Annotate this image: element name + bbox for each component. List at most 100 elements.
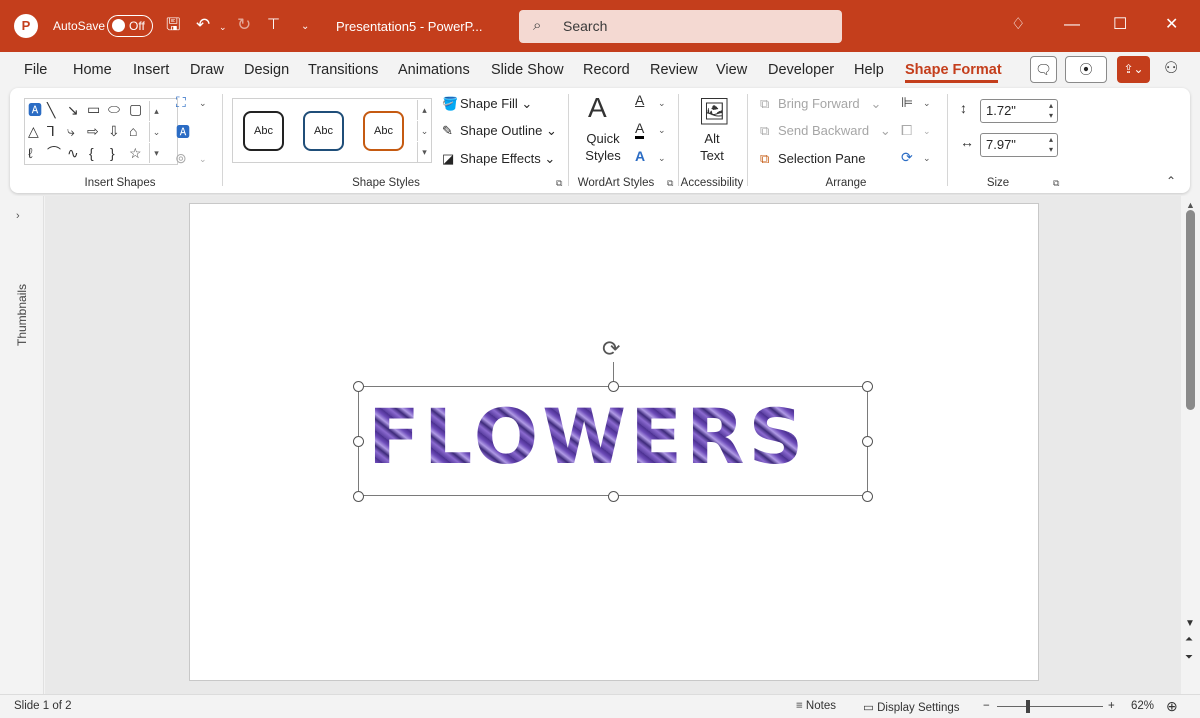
comments-button[interactable]: 🗨 — [1030, 56, 1057, 83]
shape-style-preset-1[interactable]: Abc — [243, 111, 284, 151]
scroll-down-icon[interactable]: ▼ — [1185, 618, 1195, 629]
shape-effects-button[interactable]: ◪ Shape Effects ⌄ — [442, 151, 555, 167]
tab-transitions[interactable]: Transitions — [308, 62, 378, 78]
freeform-shape-icon[interactable]: ℓ — [28, 145, 33, 161]
edit-shape-dropdown-icon[interactable]: ⌄ — [199, 98, 207, 109]
rotate-dropdown-icon[interactable]: ⌄ — [923, 153, 931, 164]
resize-handle-top[interactable] — [608, 381, 619, 392]
snip-rectangle-shape-icon[interactable]: ⌂ — [129, 123, 137, 139]
autosave-toggle[interactable]: Off — [107, 15, 153, 37]
maximize-button[interactable]: ☐ — [1113, 15, 1127, 35]
tab-record[interactable]: Record — [583, 62, 630, 78]
shape-style-preset-2[interactable]: Abc — [303, 111, 344, 151]
thumbnails-label[interactable]: Thumbnails — [15, 284, 29, 346]
width-spinner-icon[interactable]: ▴ ▾ — [1049, 135, 1053, 155]
resize-handle-bottom-right[interactable] — [862, 491, 873, 502]
tab-help[interactable]: Help — [854, 62, 884, 78]
styles-more-icon[interactable]: ▾ — [417, 142, 431, 162]
tab-animations[interactable]: Animations — [398, 62, 470, 78]
shape-width-input[interactable]: 7.97" ▴ ▾ — [980, 133, 1058, 157]
wordart-text[interactable]: FLOWERS — [368, 396, 828, 478]
draw-text-box-icon[interactable]: 🅰 — [176, 122, 190, 142]
resize-handle-left[interactable] — [353, 436, 364, 447]
align-icon[interactable]: ⊫ — [901, 94, 913, 111]
undo-icon[interactable]: ↶ — [196, 14, 210, 36]
right-arrow-shape-icon[interactable]: ⇨ — [87, 123, 99, 139]
left-brace-shape-icon[interactable]: { — [89, 145, 94, 161]
coauthor-icon[interactable]: ⚇ — [1164, 58, 1178, 80]
resize-handle-bottom[interactable] — [608, 491, 619, 502]
zoom-in-button[interactable]: + — [1108, 700, 1115, 712]
down-arrow-shape-icon[interactable]: ⇩ — [108, 123, 120, 139]
resize-handle-top-left[interactable] — [353, 381, 364, 392]
customize-toolbar-icon[interactable]: ⌄ — [301, 16, 309, 38]
quick-styles-icon[interactable]: A — [588, 92, 607, 124]
zoom-level[interactable]: 62% — [1131, 700, 1154, 712]
quick-styles-button[interactable]: Quick Styles — [578, 130, 628, 164]
gallery-scroll-up-icon[interactable]: ▴ — [149, 101, 163, 121]
minimize-button[interactable]: — — [1064, 15, 1080, 35]
close-button[interactable]: ✕ — [1165, 15, 1178, 35]
scroll-up-icon[interactable]: ▲ — [1186, 200, 1195, 210]
wordart-styles-launcher-icon[interactable]: ⧉ — [667, 178, 673, 189]
present-icon[interactable]: ⊤ — [267, 14, 280, 36]
save-icon[interactable]: 🖫 — [166, 14, 180, 36]
tab-review[interactable]: Review — [650, 62, 698, 78]
tab-home[interactable]: Home — [73, 62, 112, 78]
tab-view[interactable]: View — [716, 62, 747, 78]
share-button[interactable]: ⇪⌄ — [1117, 56, 1150, 83]
gallery-scroll-down-icon[interactable]: ⌄ — [149, 122, 163, 142]
text-effects-icon[interactable]: A — [635, 148, 645, 164]
selection-pane-button[interactable]: ⧉ Selection Pane — [760, 151, 865, 167]
tab-design[interactable]: Design — [244, 62, 289, 78]
text-outline-icon[interactable]: A — [635, 120, 645, 139]
shape-outline-button[interactable]: ✎ Shape Outline ⌄ — [442, 123, 557, 139]
send-backward-button[interactable]: ⧉ Send Backward ⌄ — [760, 123, 891, 139]
styles-scroll-up-icon[interactable]: ▴ — [417, 100, 431, 120]
align-dropdown-icon[interactable]: ⌄ — [923, 98, 931, 109]
text-effects-dropdown-icon[interactable]: ⌄ — [658, 153, 666, 164]
shape-styles-launcher-icon[interactable]: ⧉ — [556, 178, 562, 189]
text-fill-icon[interactable]: A — [635, 92, 644, 108]
rectangle-shape-icon[interactable]: ▭ — [87, 101, 100, 117]
arrow-line-shape-icon[interactable]: ↘ — [67, 102, 79, 118]
previous-slide-icon[interactable]: ⏶ — [1185, 634, 1193, 645]
shape-height-input[interactable]: 1.72" ▴ ▾ — [980, 99, 1058, 123]
zoom-slider-thumb[interactable] — [1026, 700, 1030, 713]
tab-file[interactable]: File — [24, 62, 47, 78]
tab-draw[interactable]: Draw — [190, 62, 224, 78]
undo-dropdown-icon[interactable]: ⌄ — [219, 16, 227, 38]
resize-handle-right[interactable] — [862, 436, 873, 447]
redo-icon[interactable]: ↻ — [237, 14, 251, 36]
tab-insert[interactable]: Insert — [133, 62, 169, 78]
line-shape-icon[interactable]: ╲ — [47, 102, 55, 118]
tab-developer[interactable]: Developer — [768, 62, 834, 78]
collapse-ribbon-icon[interactable]: ⌃ — [1166, 174, 1176, 188]
zoom-slider[interactable] — [997, 706, 1103, 707]
record-button[interactable]: ⦿ — [1065, 56, 1107, 83]
elbow-arrow-shape-icon[interactable]: ⤷ — [67, 123, 75, 139]
next-slide-icon[interactable]: ⏷ — [1185, 652, 1193, 663]
text-fill-dropdown-icon[interactable]: ⌄ — [658, 98, 666, 109]
height-spinner-icon[interactable]: ▴ ▾ — [1049, 101, 1053, 121]
rotate-icon[interactable]: ⟳ — [901, 149, 913, 166]
shape-style-preset-3[interactable]: Abc — [363, 111, 404, 151]
arc-shape-icon[interactable]: ⌒ — [47, 145, 61, 161]
shapes-gallery[interactable]: 🅰 ╲ ↘ ▭ ⬭ ▢ △ ⅂ ⤷ ⇨ ⇩ ⌂ ℓ ⌒ ∿ { } ☆ ▴ ⌄ … — [24, 98, 178, 165]
curve-shape-icon[interactable]: ∿ — [67, 145, 79, 161]
search-box[interactable]: ⌕ Search — [519, 10, 842, 43]
tab-shape-format[interactable]: Shape Format — [905, 62, 1002, 78]
gallery-more-icon[interactable]: ▾ — [149, 143, 163, 163]
fit-to-window-icon[interactable]: ⊕ — [1166, 698, 1178, 715]
styles-scroll-down-icon[interactable]: ⌄ — [417, 121, 431, 141]
notes-button[interactable]: ≡ Notes — [796, 700, 836, 712]
vertical-scrollbar[interactable]: ▲ ▼ ⏶ ⏷ — [1181, 196, 1200, 694]
tab-slide-show[interactable]: Slide Show — [491, 62, 564, 78]
shape-fill-button[interactable]: 🪣 Shape Fill ⌄ — [442, 96, 532, 112]
alt-text-button[interactable]: Alt Text — [690, 130, 734, 164]
resize-handle-top-right[interactable] — [862, 381, 873, 392]
textbox-shape-icon[interactable]: 🅰 — [28, 102, 42, 118]
oval-shape-icon[interactable]: ⬭ — [108, 101, 120, 117]
resize-handle-bottom-left[interactable] — [353, 491, 364, 502]
expand-thumbnails-icon[interactable]: › — [16, 210, 20, 222]
